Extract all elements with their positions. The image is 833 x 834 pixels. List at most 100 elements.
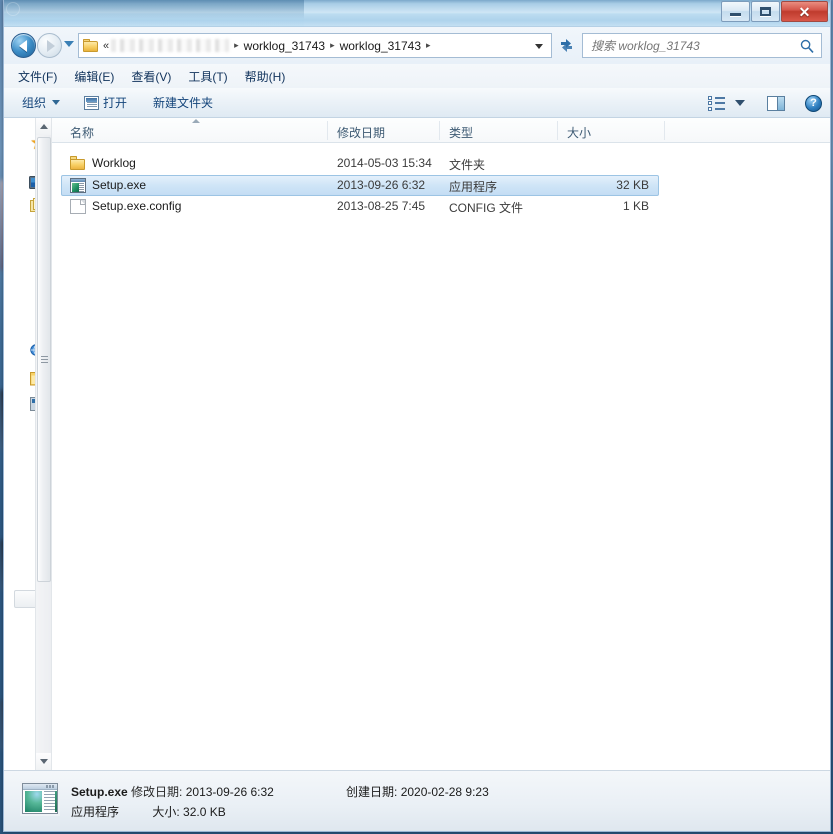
details-pane: Setup.exe 修改日期: 2013-09-26 6:32 创建日期: 20… bbox=[4, 770, 830, 831]
folder-icon bbox=[83, 38, 99, 53]
details-modified-label: 修改日期: bbox=[131, 785, 183, 799]
file-size: 32 KB bbox=[616, 178, 649, 192]
list-view-icon[interactable] bbox=[708, 95, 725, 111]
column-header-row: 名称 修改日期 类型 大小 bbox=[52, 118, 830, 143]
back-arrow-icon bbox=[18, 39, 27, 52]
close-button[interactable]: ✕ bbox=[781, 1, 828, 22]
back-button[interactable] bbox=[11, 33, 36, 58]
search-box[interactable] bbox=[582, 33, 822, 58]
command-bar-right-tools: ? bbox=[708, 88, 822, 118]
scrollbar-grip-icon bbox=[41, 355, 48, 364]
help-glyph: ? bbox=[810, 97, 817, 109]
organize-label: 组织 bbox=[22, 96, 47, 110]
chevron-right-icon: ▸ bbox=[234, 40, 239, 50]
breadcrumb[interactable]: « ▸ worklog_31743 ▸ worklog_31743 ▸ bbox=[78, 33, 552, 58]
column-divider[interactable] bbox=[439, 121, 440, 140]
search-input[interactable] bbox=[583, 37, 800, 54]
folder-icon bbox=[70, 156, 86, 171]
file-type: 文件夹 bbox=[449, 158, 486, 172]
details-modified-value: 2013-09-26 6:32 bbox=[185, 785, 274, 799]
scrollbar-thumb[interactable] bbox=[37, 137, 51, 582]
file-size: 1 KB bbox=[622, 199, 649, 213]
menu-bar: 文件(F) 编辑(E) 查看(V) 工具(T) 帮助(H) bbox=[4, 64, 830, 88]
preview-pane-icon[interactable] bbox=[767, 95, 785, 111]
column-divider[interactable] bbox=[664, 121, 665, 140]
file-name[interactable]: Setup.exe bbox=[92, 178, 146, 192]
breadcrumb-segment-2[interactable]: worklog_31743 bbox=[340, 39, 421, 53]
details-created: 创建日期: 2020-02-28 9:23 bbox=[346, 783, 489, 800]
menu-item-file[interactable]: 文件(F) bbox=[18, 68, 57, 85]
details-line-2: 应用程序 大小: 32.0 KB bbox=[71, 803, 226, 820]
details-type-value: 应用程序 bbox=[71, 805, 120, 819]
details-created-label: 创建日期: bbox=[346, 785, 398, 799]
window-menu-icon[interactable] bbox=[6, 2, 20, 16]
chevron-right-icon: ▸ bbox=[330, 40, 335, 50]
table-row[interactable]: Setup.exe.config 2013-08-25 7:45 CONFIG … bbox=[52, 196, 830, 217]
menu-item-help[interactable]: 帮助(H) bbox=[245, 68, 286, 85]
column-divider[interactable] bbox=[327, 121, 328, 140]
table-row[interactable]: Setup.exe 2013-09-26 6:32 应用程序 32 KB bbox=[52, 175, 830, 196]
scroll-up-button[interactable] bbox=[36, 118, 51, 135]
exe-preview-icon bbox=[22, 783, 58, 814]
menu-item-view[interactable]: 查看(V) bbox=[131, 68, 171, 85]
triangle-up-icon bbox=[40, 124, 48, 129]
search-icon bbox=[800, 39, 814, 53]
new-folder-button[interactable]: 新建文件夹 bbox=[153, 94, 213, 111]
column-header-date[interactable]: 修改日期 bbox=[337, 124, 385, 141]
help-icon[interactable]: ? bbox=[805, 94, 822, 112]
breadcrumb-segment-redacted[interactable] bbox=[111, 39, 230, 52]
maximize-icon bbox=[760, 7, 771, 16]
file-date: 2014-05-03 15:34 bbox=[337, 156, 432, 170]
file-date: 2013-09-26 6:32 bbox=[337, 178, 426, 192]
column-divider[interactable] bbox=[557, 121, 558, 140]
open-label: 打开 bbox=[103, 96, 128, 110]
command-bar: 组织 打开 新建文件夹 ? bbox=[4, 88, 830, 118]
exe-file-icon bbox=[70, 178, 86, 193]
details-size-label: 大小: bbox=[152, 805, 180, 819]
details-line-1: Setup.exe 修改日期: 2013-09-26 6:32 bbox=[71, 783, 274, 800]
navigation-pane[interactable]: ★ bbox=[4, 118, 52, 770]
new-folder-label: 新建文件夹 bbox=[153, 96, 214, 110]
file-list-pane[interactable]: 名称 修改日期 类型 大小 Worklog 2014-05-03 15:34 文… bbox=[52, 118, 830, 770]
open-icon bbox=[84, 95, 100, 110]
chevron-right-icon: ▸ bbox=[426, 40, 431, 50]
breadcrumb-overflow-icon[interactable]: « bbox=[103, 40, 111, 52]
file-name[interactable]: Setup.exe.config bbox=[92, 199, 181, 213]
refresh-icon bbox=[561, 39, 572, 52]
maximize-button[interactable] bbox=[751, 1, 780, 22]
chevron-down-icon[interactable] bbox=[735, 100, 745, 106]
column-header-name[interactable]: 名称 bbox=[70, 124, 94, 141]
open-button[interactable]: 打开 bbox=[84, 94, 127, 111]
sort-ascending-icon bbox=[192, 119, 200, 123]
column-header-size[interactable]: 大小 bbox=[567, 124, 591, 141]
details-size-value: 32.0 KB bbox=[183, 805, 226, 819]
explorer-window: ✕ « ▸ worklog_31743 ▸ worklog_31743 ▸ 搜索… bbox=[3, 0, 831, 832]
minimize-icon bbox=[730, 12, 741, 16]
triangle-down-icon bbox=[40, 759, 48, 764]
menu-item-tools[interactable]: 工具(T) bbox=[188, 68, 227, 85]
column-header-type[interactable]: 类型 bbox=[449, 124, 473, 141]
forward-arrow-icon bbox=[47, 39, 55, 52]
forward-button[interactable] bbox=[37, 33, 62, 58]
file-name[interactable]: Worklog bbox=[92, 156, 136, 170]
minimize-button[interactable] bbox=[721, 1, 750, 22]
file-type: CONFIG 文件 bbox=[449, 201, 523, 215]
recent-locations-icon[interactable] bbox=[64, 41, 74, 47]
details-created-value: 2020-02-28 9:23 bbox=[400, 785, 489, 799]
chevron-down-icon[interactable] bbox=[535, 44, 543, 49]
file-type: 应用程序 bbox=[449, 180, 498, 194]
title-bar[interactable]: ✕ bbox=[4, 0, 830, 27]
menu-item-edit[interactable]: 编辑(E) bbox=[74, 68, 114, 85]
window-controls: ✕ bbox=[721, 1, 828, 22]
scroll-down-button[interactable] bbox=[36, 753, 51, 770]
breadcrumb-segment-1[interactable]: worklog_31743 bbox=[244, 39, 325, 53]
organize-button[interactable]: 组织 bbox=[22, 94, 61, 111]
details-filename: Setup.exe bbox=[71, 785, 128, 799]
refresh-button[interactable] bbox=[555, 33, 578, 58]
explorer-body: ★ bbox=[4, 118, 830, 770]
navigation-pane-scrollbar[interactable] bbox=[35, 118, 51, 770]
table-row[interactable]: Worklog 2014-05-03 15:34 文件夹 bbox=[52, 153, 830, 174]
title-bar-glass bbox=[4, 0, 304, 27]
address-bar-row: « ▸ worklog_31743 ▸ worklog_31743 ▸ bbox=[4, 27, 830, 64]
close-icon: ✕ bbox=[798, 3, 811, 20]
